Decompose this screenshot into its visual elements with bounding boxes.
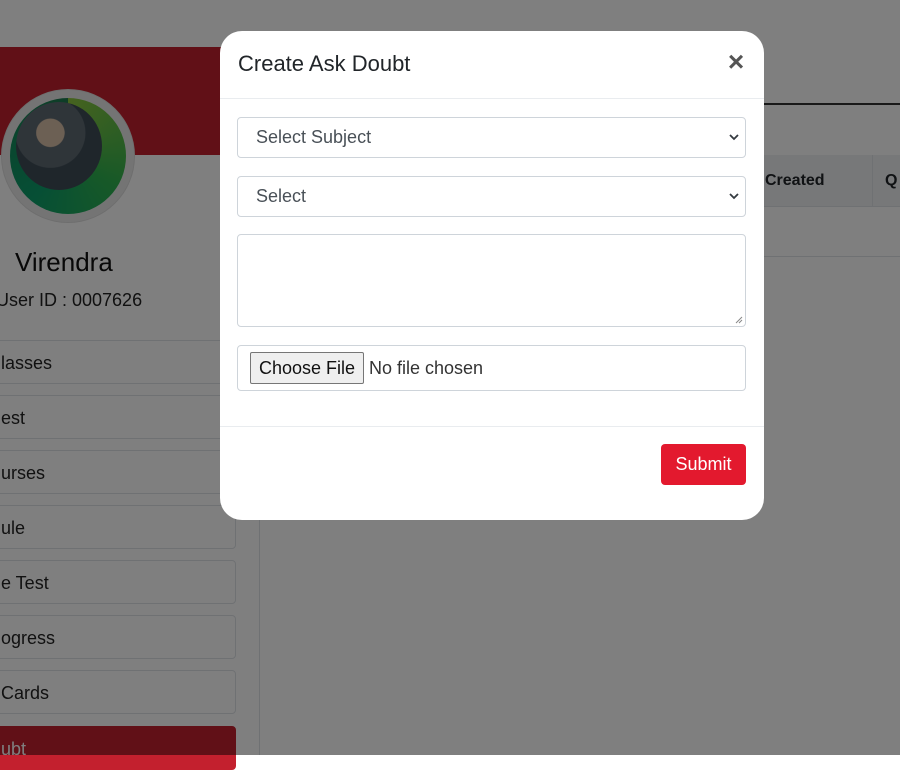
topic-select-value: Select xyxy=(256,186,307,206)
resize-grip-icon[interactable] xyxy=(734,315,743,324)
topic-select[interactable]: Select xyxy=(237,176,746,217)
file-input: Choose File No file chosen xyxy=(237,345,746,391)
close-button[interactable]: × xyxy=(724,48,748,76)
create-ask-doubt-modal: Create Ask Doubt × Select Subject Select… xyxy=(220,31,764,520)
file-status-text: No file chosen xyxy=(369,358,484,378)
subject-select-value: Select Subject xyxy=(256,127,372,147)
modal-title: Create Ask Doubt xyxy=(238,51,411,76)
doubt-textarea[interactable] xyxy=(237,234,746,327)
chevron-down-icon xyxy=(729,193,739,200)
modal-header: Create Ask Doubt × xyxy=(220,31,764,99)
chevron-down-icon xyxy=(729,134,739,141)
modal-footer-divider xyxy=(220,426,764,427)
submit-button[interactable]: Submit xyxy=(661,444,746,485)
choose-file-button[interactable]: Choose File xyxy=(250,352,365,384)
subject-select[interactable]: Select Subject xyxy=(237,117,746,158)
